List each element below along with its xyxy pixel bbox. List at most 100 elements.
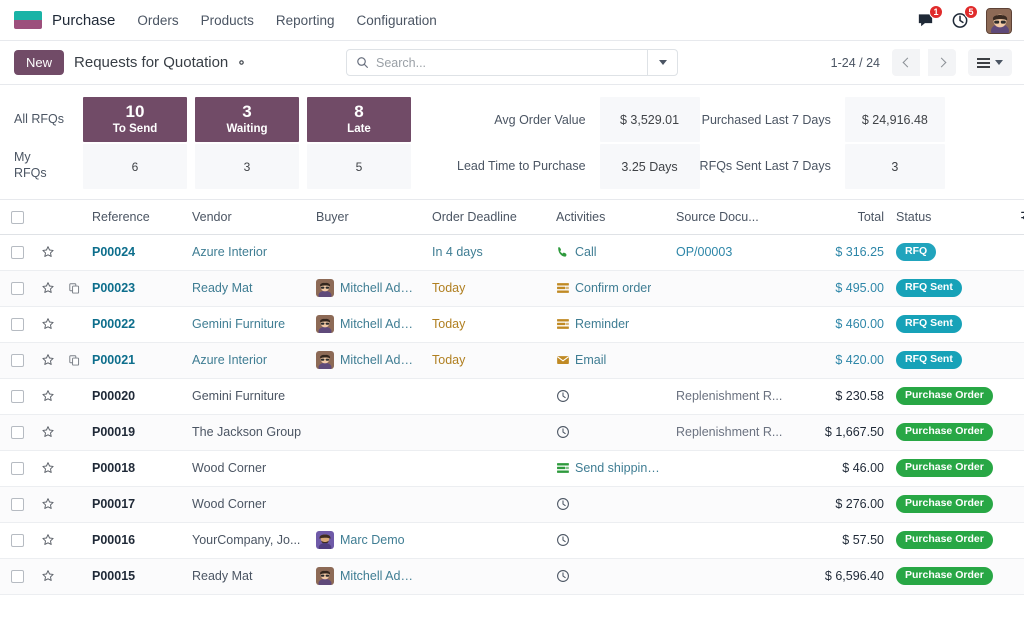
cell-source-document[interactable] <box>670 270 798 307</box>
cell-source-document[interactable]: Replenishment R... <box>670 414 798 451</box>
reference-value[interactable]: P00024 <box>92 245 135 259</box>
odoo-logo-icon[interactable] <box>14 11 42 29</box>
menu-item-orders[interactable]: Orders <box>137 13 178 28</box>
cell-reference[interactable]: P00022 <box>86 306 186 343</box>
column-header-buyer[interactable]: Buyer <box>310 200 426 235</box>
row-select-cell[interactable] <box>0 486 34 523</box>
cell-activities[interactable] <box>550 378 670 415</box>
column-header-order-deadline[interactable]: Order Deadline <box>426 200 550 235</box>
row-checkbox[interactable] <box>10 282 24 296</box>
cell-source-document[interactable]: Replenishment R... <box>670 378 798 415</box>
cell-source-document[interactable]: OP/00003 <box>670 234 798 271</box>
duplicate-icon[interactable] <box>68 282 81 295</box>
menu-item-reporting[interactable]: Reporting <box>276 13 335 28</box>
row-checkbox[interactable] <box>10 498 24 512</box>
cell-activities[interactable]: Email <box>550 342 670 379</box>
row-favorite-cell[interactable] <box>34 270 62 307</box>
cell-buyer[interactable]: Mitchell Admin <box>310 306 426 343</box>
table-row[interactable]: P00016 YourCompany, Jo... Marc Demo $ 57.50… <box>0 522 1024 559</box>
cell-order-deadline[interactable] <box>426 522 550 559</box>
cell-buyer[interactable] <box>310 234 426 271</box>
cell-buyer[interactable]: Mitchell Admin <box>310 558 426 595</box>
row-favorite-cell[interactable] <box>34 486 62 523</box>
favorite-star-icon[interactable] <box>41 281 55 295</box>
cell-reference[interactable]: P00019 <box>86 414 186 451</box>
menu-item-products[interactable]: Products <box>201 13 254 28</box>
row-checkbox[interactable] <box>10 534 24 548</box>
vendor-value[interactable]: Azure Interior <box>192 353 267 367</box>
row-favorite-cell[interactable] <box>34 306 62 343</box>
cell-activities[interactable]: Confirm order <box>550 270 670 307</box>
cell-reference[interactable]: P00024 <box>86 234 186 271</box>
row-select-cell[interactable] <box>0 342 34 379</box>
buyer-name[interactable]: Mitchell Admin <box>340 353 420 367</box>
cell-order-deadline[interactable] <box>426 450 550 487</box>
favorite-star-icon[interactable] <box>41 353 55 367</box>
row-duplicate-cell[interactable] <box>62 342 86 379</box>
reference-value[interactable]: P00021 <box>92 353 135 367</box>
cell-buyer[interactable] <box>310 414 426 451</box>
cell-reference[interactable]: P00015 <box>86 558 186 595</box>
gear-icon[interactable] <box>235 56 248 69</box>
cell-reference[interactable]: P00021 <box>86 342 186 379</box>
favorite-star-icon[interactable] <box>41 497 55 511</box>
cell-activities[interactable]: Send shipping... <box>550 450 670 487</box>
stat-my-late[interactable]: 5 <box>307 144 411 189</box>
cell-vendor[interactable]: Gemini Furniture <box>186 306 310 343</box>
favorite-star-icon[interactable] <box>41 461 55 475</box>
cell-vendor[interactable]: Azure Interior <box>186 342 310 379</box>
cell-vendor[interactable]: Wood Corner <box>186 486 310 523</box>
row-checkbox[interactable] <box>10 354 24 368</box>
vendor-value[interactable]: Azure Interior <box>192 245 267 259</box>
table-row[interactable]: P00019 The Jackson Group Replenishment R..… <box>0 414 1024 451</box>
table-row[interactable]: P00018 Wood Corner Send shipping... $ 46.00… <box>0 450 1024 487</box>
stat-all-to-send[interactable]: 10 To Send <box>83 97 187 142</box>
favorite-star-icon[interactable] <box>41 389 55 403</box>
row-select-cell[interactable] <box>0 378 34 415</box>
cell-buyer[interactable] <box>310 450 426 487</box>
cell-buyer[interactable]: Mitchell Admin <box>310 342 426 379</box>
cell-vendor[interactable]: Ready Mat <box>186 270 310 307</box>
source-document-value[interactable]: OP/00003 <box>676 245 732 259</box>
cell-order-deadline[interactable]: In 4 days <box>426 234 550 271</box>
reference-value[interactable]: P00022 <box>92 317 135 331</box>
cell-buyer[interactable]: Marc Demo <box>310 522 426 559</box>
vendor-value[interactable]: Ready Mat <box>192 281 252 295</box>
favorite-star-icon[interactable] <box>41 317 55 331</box>
row-favorite-cell[interactable] <box>34 558 62 595</box>
cell-buyer[interactable] <box>310 378 426 415</box>
table-row[interactable]: P00024 Azure Interior In 4 days Call OP/0000… <box>0 234 1024 271</box>
pager-previous-button[interactable] <box>892 49 920 76</box>
buyer-name[interactable]: Mitchell Admin <box>340 281 420 295</box>
row-select-cell[interactable] <box>0 522 34 559</box>
cell-source-document[interactable] <box>670 522 798 559</box>
row-checkbox[interactable] <box>10 462 24 476</box>
buyer-name[interactable]: Mitchell Admin <box>340 317 420 331</box>
column-header-reference[interactable]: Reference <box>86 200 186 235</box>
optional-columns-toggle[interactable] <box>1010 200 1024 235</box>
cell-activities[interactable]: Reminder <box>550 306 670 343</box>
cell-reference[interactable]: P00020 <box>86 378 186 415</box>
cell-source-document[interactable] <box>670 486 798 523</box>
app-name[interactable]: Purchase <box>52 12 115 29</box>
menu-item-configuration[interactable]: Configuration <box>356 13 436 28</box>
row-select-cell[interactable] <box>0 414 34 451</box>
row-select-cell[interactable] <box>0 306 34 343</box>
row-select-cell[interactable] <box>0 558 34 595</box>
column-header-status[interactable]: Status <box>890 200 1010 235</box>
row-select-cell[interactable] <box>0 234 34 271</box>
table-row[interactable]: P00015 Ready Mat Mitchell Admin $ 6,596.40 P… <box>0 558 1024 595</box>
row-favorite-cell[interactable] <box>34 234 62 271</box>
row-select-cell[interactable] <box>0 270 34 307</box>
buyer-name[interactable]: Marc Demo <box>340 533 405 547</box>
favorite-star-icon[interactable] <box>41 245 55 259</box>
column-header-source-document[interactable]: Source Docu... <box>670 200 798 235</box>
stat-my-waiting[interactable]: 3 <box>195 144 299 189</box>
cell-activities[interactable] <box>550 486 670 523</box>
table-row[interactable]: P00023 Ready Mat Mitchell Admin Today Confir… <box>0 270 1024 307</box>
select-all-checkbox[interactable] <box>10 210 24 224</box>
new-button[interactable]: New <box>14 50 65 75</box>
cell-source-document[interactable] <box>670 558 798 595</box>
favorite-star-icon[interactable] <box>41 425 55 439</box>
cell-activities[interactable]: Call <box>550 234 670 271</box>
